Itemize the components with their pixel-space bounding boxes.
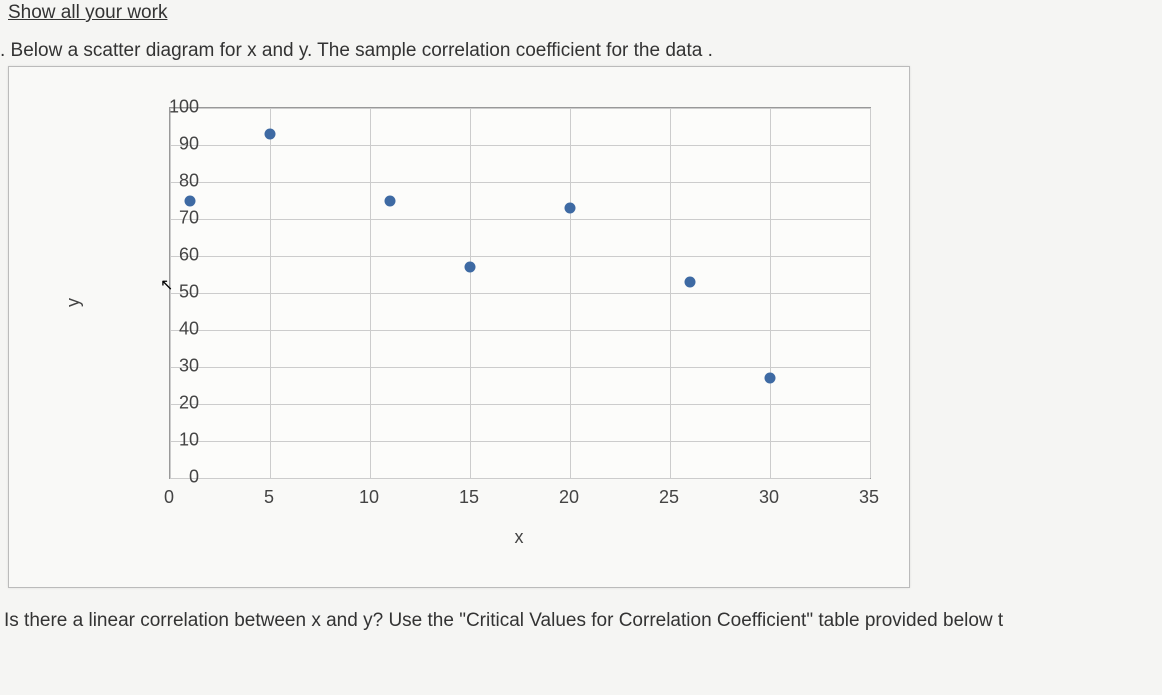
y-tick-label: 90 (179, 134, 199, 155)
plot-area (169, 107, 871, 479)
problem-description: . Below a scatter diagram for x and y. T… (0, 30, 1162, 66)
gridline-h (170, 330, 870, 331)
y-tick-label: 0 (189, 467, 199, 488)
gridline-h (170, 219, 870, 220)
y-tick-label: 80 (179, 171, 199, 192)
y-tick-label: 70 (179, 208, 199, 229)
gridline-h (170, 478, 870, 479)
x-tick-label: 20 (559, 487, 579, 508)
gridline-h (170, 367, 870, 368)
x-axis-label: x (515, 527, 524, 548)
x-tick-label: 10 (359, 487, 379, 508)
data-point (765, 373, 776, 384)
gridline-v (370, 108, 371, 478)
chart-container: y x 0 10 20 30 40 50 60 70 80 90 100 0 5 10 15 20 25 30 35… (8, 66, 910, 588)
x-tick-label: 0 (164, 487, 174, 508)
gridline-h (170, 145, 870, 146)
y-axis-label: y (63, 298, 84, 307)
cursor-arrow-icon: ↖ (160, 275, 173, 295)
gridline-v (670, 108, 671, 478)
x-tick-label: 25 (659, 487, 679, 508)
gridline-h (170, 404, 870, 405)
x-tick-label: 30 (759, 487, 779, 508)
header-instruction: Show all your work (0, 0, 1162, 30)
data-point (265, 128, 276, 139)
gridline-h (170, 182, 870, 183)
x-tick-label: 5 (264, 487, 274, 508)
y-tick-label: 30 (179, 356, 199, 377)
y-tick-label: 100 (169, 97, 199, 118)
gridline-h (170, 293, 870, 294)
data-point (465, 262, 476, 273)
gridline-h (170, 108, 870, 109)
gridline-v (570, 108, 571, 478)
y-tick-label: 60 (179, 245, 199, 266)
y-tick-label: 50 (179, 282, 199, 303)
gridline-v (470, 108, 471, 478)
data-point (685, 276, 696, 287)
data-point (385, 195, 396, 206)
x-tick-label: 35 (859, 487, 879, 508)
gridline-h (170, 256, 870, 257)
gridline-h (170, 441, 870, 442)
y-tick-label: 20 (179, 393, 199, 414)
y-tick-label: 40 (179, 319, 199, 340)
x-tick-label: 15 (459, 487, 479, 508)
gridline-v (270, 108, 271, 478)
y-tick-label: 10 (179, 430, 199, 451)
gridline-v (870, 108, 871, 478)
data-point (185, 195, 196, 206)
data-point (565, 202, 576, 213)
question-text: Is there a linear correlation between x … (0, 588, 1162, 632)
gridline-v (770, 108, 771, 478)
